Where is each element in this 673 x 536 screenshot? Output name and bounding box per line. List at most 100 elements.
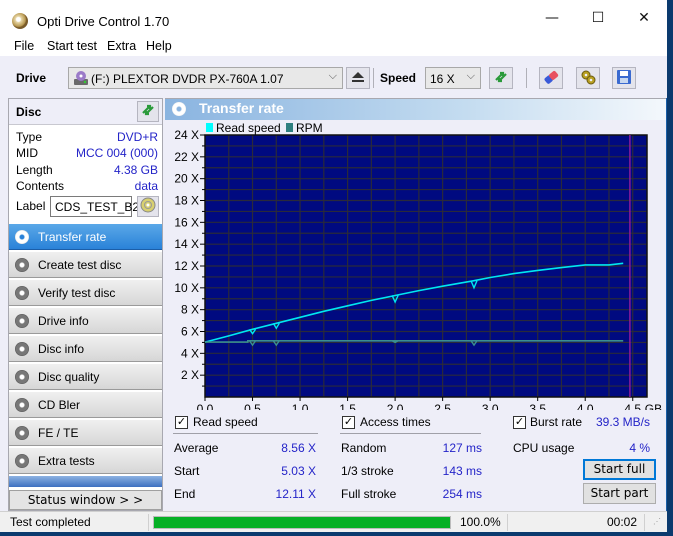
speed-select[interactable]: 16 X ⌵ (425, 67, 481, 89)
chart-legend: Read speed RPM (206, 121, 323, 135)
legend-label: Read speed (216, 121, 281, 135)
nav-label: Extra tests (38, 454, 95, 468)
menu-start-test[interactable]: Start test (47, 39, 97, 53)
nav-label: Drive info (38, 314, 89, 328)
x-tick-label: 3.0 (482, 402, 499, 410)
transfer-rate-chart: 2 X 4 X 6 X 8 X 10 X 12 X 14 X 16 X 18 X 20 X 22 X… (174, 121, 662, 410)
y-tick-label: 22 X (174, 150, 199, 164)
legend-label: RPM (296, 121, 323, 135)
nav-label: Disc info (38, 342, 85, 356)
transfer-rate-icon (172, 102, 186, 116)
verify-disc-icon (15, 286, 29, 300)
legend-swatch (286, 123, 293, 132)
close-button[interactable]: ✕ (621, 0, 667, 36)
disc-length-row: Length 4.38 GB (16, 163, 158, 179)
nav-extra-tests[interactable]: Extra tests (9, 447, 162, 474)
burst-rate-value: 39.3 MB/s (595, 415, 650, 429)
window-title: Opti Drive Control 1.70 (37, 14, 170, 29)
status-separator (507, 514, 508, 531)
disc-mid-value: MCC 004 (000) (75, 146, 158, 160)
y-tick-label: 24 X (174, 128, 199, 142)
nav-verify-test-disc[interactable]: Verify test disc (9, 279, 162, 306)
gears-icon (580, 69, 596, 88)
settings-button[interactable] (576, 67, 600, 89)
toolbar-separator (526, 68, 527, 88)
random-value: 127 ms (442, 441, 482, 455)
read-speed-checkbox[interactable]: ✓ (175, 416, 188, 429)
eject-icon (351, 71, 365, 86)
progress-label: 100.0% (460, 515, 501, 529)
refresh-arrows-icon (493, 69, 509, 88)
disc-icon (140, 197, 156, 216)
end-key: End (174, 487, 196, 501)
save-button[interactable] (612, 67, 636, 89)
burst-rate-checkbox[interactable]: ✓ (513, 416, 526, 429)
disc-title: Disc (16, 105, 42, 119)
speed-select-value: 16 X (430, 72, 455, 86)
disc-length-key: Length (16, 163, 53, 177)
app-disc-icon (12, 13, 28, 29)
nav-label: Create test disc (38, 258, 122, 272)
y-tick-label: 20 X (174, 172, 199, 186)
full-stroke-key: Full stroke (341, 487, 397, 501)
menu-help[interactable]: Help (146, 39, 172, 53)
status-text: Test completed (10, 515, 91, 529)
status-window-button[interactable]: Status window > > (9, 490, 162, 510)
x-unit-label: GB (645, 402, 662, 410)
menu-extra[interactable]: Extra (107, 39, 136, 53)
eraser-icon (543, 69, 559, 88)
status-bar: Test completed 100.0% 00:02 ⋰ (0, 511, 667, 532)
y-tick-label: 6 X (181, 325, 199, 339)
disc-type-key: Type (16, 130, 43, 144)
status-separator (644, 514, 645, 531)
disc-label-input[interactable]: CDS_TEST_B2 (50, 196, 139, 217)
divider (340, 433, 481, 434)
set-label-button[interactable] (137, 196, 159, 217)
maximize-button[interactable]: ☐ (575, 0, 621, 36)
disc-label-key: Label (16, 199, 46, 213)
drive-select[interactable]: (F:) PLEXTOR DVDR PX-760A 1.07 ⌵ (68, 67, 343, 89)
y-tick-label: 14 X (174, 237, 199, 251)
x-tick-label: 0.0 (197, 402, 214, 410)
refresh-disc-button[interactable] (137, 101, 159, 122)
burst-rate-label: Burst rate (530, 415, 583, 429)
disc-info-icon (15, 342, 29, 356)
right-pane: Transfer rate 2 X 4 X 6 X 8 X 10 X 12 X 14 X 16… (165, 98, 666, 511)
menu-file[interactable]: File (14, 39, 34, 53)
average-key: Average (174, 441, 219, 455)
nav-fe-te[interactable]: FE / TE (9, 419, 162, 446)
drive-icon (73, 70, 89, 86)
cpu-usage-value: 4 % (629, 441, 650, 455)
resize-grip-icon[interactable]: ⋰ (653, 517, 661, 526)
refresh-speed-button[interactable] (489, 67, 513, 89)
nav-transfer-rate[interactable]: Transfer rate (9, 223, 162, 250)
nav-cd-bler[interactable]: CD Bler (9, 391, 162, 418)
nav-create-test-disc[interactable]: Create test disc (9, 251, 162, 278)
minimize-button[interactable]: — (529, 0, 575, 36)
app-window: Opti Drive Control 1.70 — ☐ ✕ File Start… (0, 0, 667, 532)
eject-button[interactable] (346, 67, 370, 89)
start-part-button[interactable]: Start part (583, 483, 656, 504)
left-pane: Disc Type DVD+R MID MCC 004 (000) Length… (8, 98, 163, 511)
disc-mid-key: MID (16, 146, 38, 160)
erase-button[interactable] (539, 67, 563, 89)
end-value: 12.11 X (275, 487, 316, 501)
start-full-button[interactable]: Start full (583, 459, 656, 480)
y-axis-ticks: 2 X 4 X 6 X 8 X 10 X 12 X 14 X 16 X 18 X 20 X 22 X… (174, 128, 205, 387)
panel-title: Transfer rate (199, 100, 284, 116)
access-times-checkbox[interactable]: ✓ (342, 416, 355, 429)
average-value: 8.56 X (281, 441, 316, 455)
x-tick-label: 3.5 (529, 402, 546, 410)
nav-disc-info[interactable]: Disc info (9, 335, 162, 362)
x-axis-ticks: 0.0 0.5 1.0 1.5 2.0 2.5 3.0 3.5 4.0 4.5 GB (197, 397, 662, 410)
nav-drive-info[interactable]: Drive info (9, 307, 162, 334)
nav-disc-quality[interactable]: Disc quality (9, 363, 162, 390)
x-tick-label: 4.5 (624, 402, 641, 410)
nav-label: Verify test disc (38, 286, 116, 300)
nav-label: Transfer rate (38, 230, 107, 244)
drive-info-icon (15, 314, 29, 328)
nav-label: CD Bler (38, 398, 81, 412)
drive-label: Drive (16, 71, 47, 85)
nav-label: FE / TE (38, 426, 79, 440)
cd-bler-icon (15, 398, 29, 412)
